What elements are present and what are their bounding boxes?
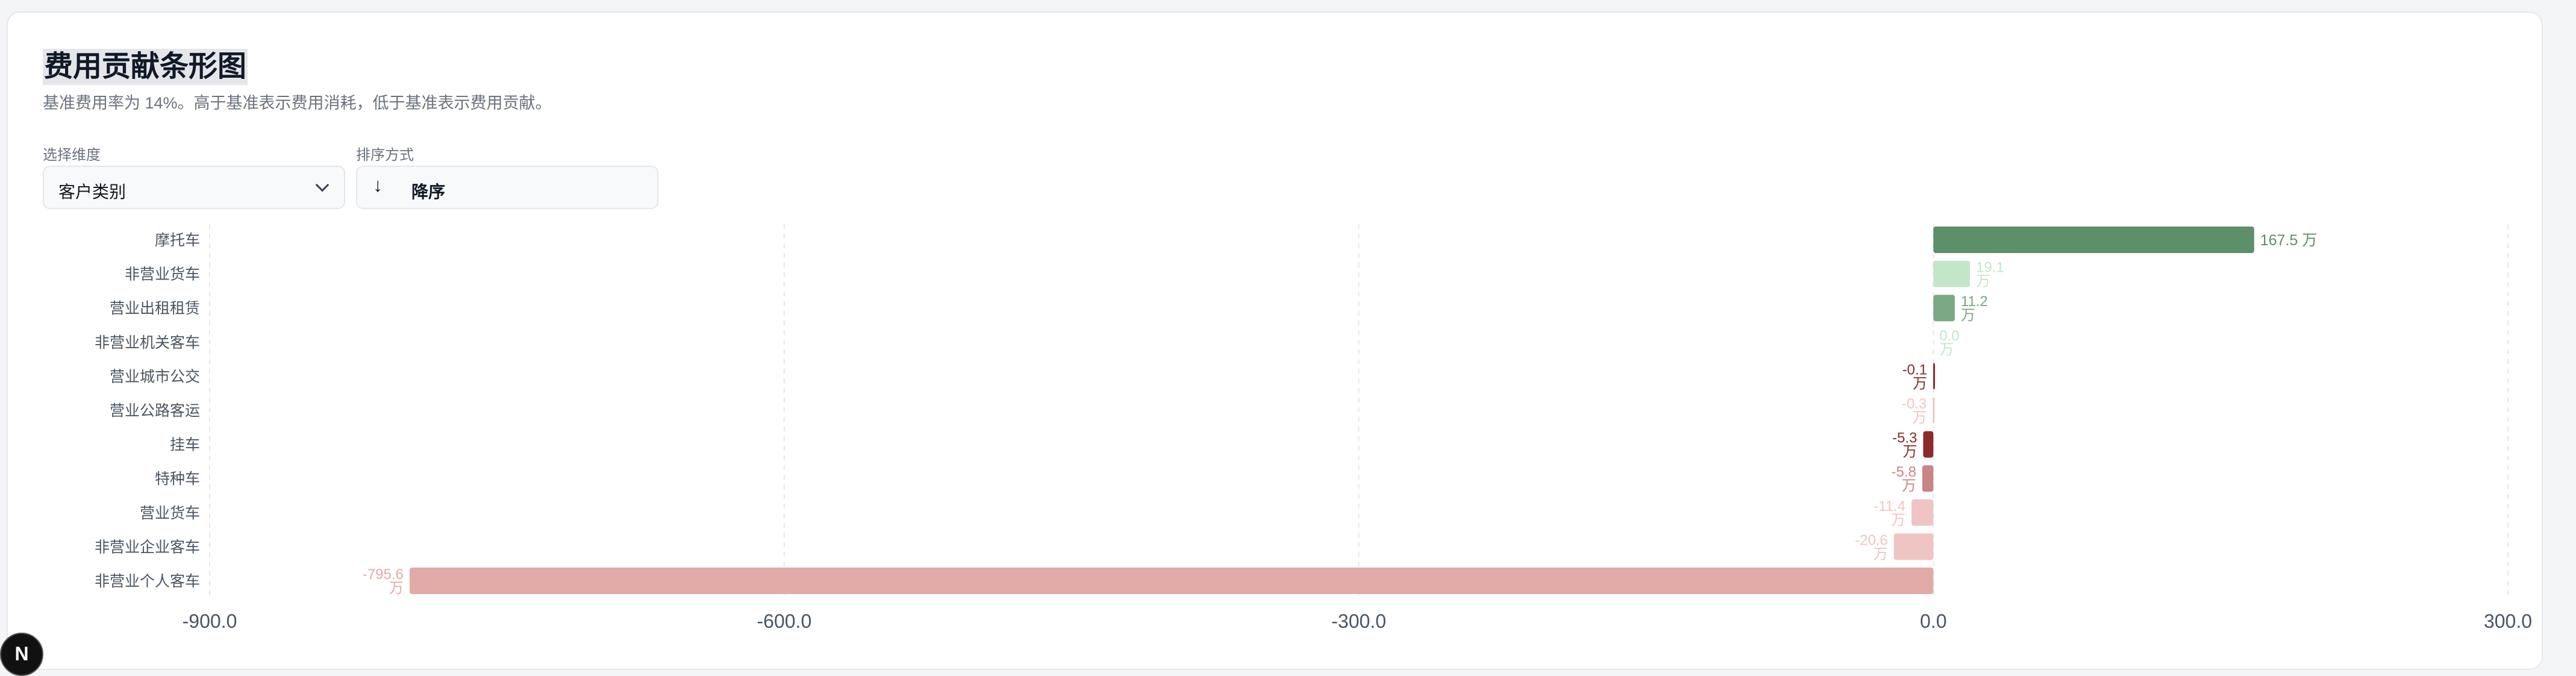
x-tick-label: 300.0 (2484, 610, 2532, 632)
bar (1933, 260, 1970, 287)
bar (1923, 431, 1934, 458)
data-label-unit: 万 (1976, 274, 1990, 290)
x-tick-label: 0.0 (1920, 610, 1946, 632)
data-label-unit: 万 (1891, 512, 1905, 528)
data-label: 167.5 万 (2260, 232, 2318, 249)
category-label: 营业城市公交 (110, 368, 200, 385)
data-label-unit: 万 (1902, 478, 1916, 494)
bar (1922, 465, 1934, 492)
bar-chart: -900.0 -600.0 -300.0 0.0 300.0 摩托车 167.5 万非营业货… (95, 224, 2532, 632)
category-label: 营业出租租赁 (110, 300, 200, 317)
category-label: 摩托车 (155, 232, 200, 249)
x-tick-label: -300.0 (1331, 610, 1386, 632)
data-label-unit: 万 (1874, 546, 1888, 562)
bar (1933, 363, 1935, 390)
category-label: 非营业机关客车 (95, 334, 200, 351)
category-label: 非营业企业客车 (95, 539, 200, 556)
data-label-unit: 万 (1902, 444, 1917, 460)
x-tick-label: -600.0 (757, 610, 811, 632)
data-label-unit: 万 (1939, 342, 1954, 358)
bar (1912, 499, 1934, 526)
x-tick-label: -900.0 (183, 610, 237, 632)
data-label-unit: 万 (1912, 410, 1927, 426)
bar (1893, 533, 1934, 560)
app-badge[interactable]: N (0, 633, 43, 676)
category-label: 营业货车 (140, 505, 200, 522)
category-label: 非营业货车 (125, 266, 200, 283)
bar (1933, 295, 1955, 322)
app-badge-letter: N (14, 643, 29, 665)
category-label: 特种车 (155, 471, 200, 487)
category-label: 营业公路客运 (110, 402, 200, 419)
bar (1933, 227, 2254, 253)
data-label-unit: 万 (1961, 307, 1975, 324)
bar (409, 568, 1934, 594)
data-label-unit: 万 (1913, 375, 1927, 392)
bar (1933, 397, 1935, 424)
category-label: 挂车 (170, 437, 200, 454)
category-label: 非营业个人客车 (95, 573, 200, 590)
data-label-unit: 万 (389, 580, 404, 596)
